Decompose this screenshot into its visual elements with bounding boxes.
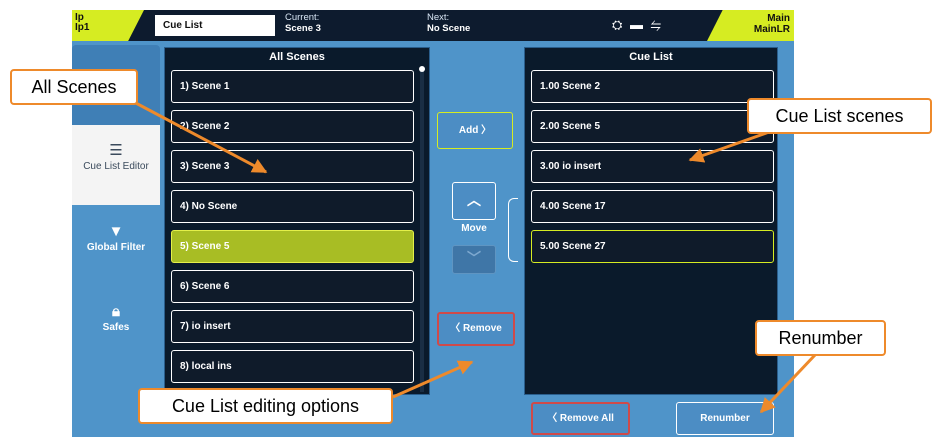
card-icon: ▬ <box>630 17 646 32</box>
cue-item-selected[interactable]: 5.00 Scene 27 <box>531 230 774 263</box>
move-down-button[interactable]: ﹀ <box>452 245 496 274</box>
move-up-button[interactable]: ︿ <box>452 182 496 220</box>
remove-all-button[interactable]: 〈 Remove All <box>531 402 630 435</box>
scene-item[interactable]: 7) io insert <box>171 310 414 343</box>
usb-icon: ⇋ <box>650 17 663 32</box>
move-label: Move <box>461 223 487 234</box>
next-label: Next: <box>427 12 450 23</box>
renumber-button[interactable]: Renumber <box>676 402 774 435</box>
ip-name: Ip1 <box>75 22 90 33</box>
device-screen: Ip Ip1 Cue List Current: Scene 3 Next: N… <box>72 10 794 437</box>
scene-item-selected[interactable]: 5) Scene 5 <box>171 230 414 263</box>
add-button[interactable]: Add 〉 <box>437 112 513 149</box>
filter-icon: ▼ <box>108 223 124 240</box>
scene-item[interactable]: 4) No Scene <box>171 190 414 223</box>
chevron-left-icon: 〈 <box>547 413 558 424</box>
scrollbar-thumb[interactable] <box>419 66 425 72</box>
cue-list-title: Cue List <box>629 51 673 63</box>
scene-item[interactable]: 6) Scene 6 <box>171 270 414 303</box>
screen-title: Cue List <box>155 15 275 36</box>
cue-item[interactable]: 4.00 Scene 17 <box>531 190 774 223</box>
sidebar-item-safes[interactable]: 🔒︎ Safes <box>72 285 160 370</box>
scrollbar-track[interactable] <box>420 70 424 392</box>
cue-item[interactable]: 1.00 Scene 2 <box>531 70 774 103</box>
chevron-left-icon: 〈 <box>450 323 461 334</box>
current-label: Current: <box>285 12 320 23</box>
status-icons: ⛭ ▬ ⇋ <box>612 18 663 32</box>
move-bracket <box>508 198 518 262</box>
main-label: Main <box>767 13 790 24</box>
network-icon: ⛭ <box>612 17 625 32</box>
list-icon: ☰ <box>109 142 123 159</box>
next-value: No Scene <box>427 23 471 34</box>
chevron-down-icon: ﹀ <box>467 250 481 266</box>
callout-editing-options: Cue List editing options <box>138 388 393 424</box>
scene-item[interactable]: 1) Scene 1 <box>171 70 414 103</box>
scene-item[interactable]: 8) local ins <box>171 350 414 383</box>
remove-label: Remove <box>462 323 502 334</box>
cue-item[interactable]: 3.00 io insert <box>531 150 774 183</box>
all-scenes-panel: All Scenes 1) Scene 1 2) Scene 2 3) Scen… <box>164 47 430 395</box>
cue-list-panel: Cue List 1.00 Scene 2 2.00 Scene 5 3.00 … <box>524 47 778 395</box>
sidebar-item-cue-list-editor[interactable]: ☰ Cue List Editor <box>72 125 160 205</box>
callout-renumber: Renumber <box>755 320 886 356</box>
main-mix-badge[interactable]: Main MainLR <box>707 10 794 41</box>
callout-all-scenes: All Scenes <box>10 69 138 105</box>
all-scenes-title: All Scenes <box>269 51 325 63</box>
main-name: MainLR <box>753 24 790 35</box>
lock-icon: 🔒︎ <box>112 303 120 320</box>
current-scene-info: Current: Scene 3 <box>285 12 321 34</box>
chevron-up-icon: ︿ <box>467 192 481 208</box>
current-value: Scene 3 <box>285 23 321 34</box>
sidebar-item-label: Cue List Editor <box>83 161 149 172</box>
cue-item[interactable]: 2.00 Scene 5 <box>531 110 774 143</box>
sidebar-item-label: Safes <box>102 322 130 333</box>
remove-button[interactable]: 〈 Remove <box>437 312 515 346</box>
add-label: Add <box>458 125 479 136</box>
sidebar-item-global-filter[interactable]: ▼ Global Filter <box>72 205 160 285</box>
callout-cue-list-scenes: Cue List scenes <box>747 98 932 134</box>
next-scene-info: Next: No Scene <box>427 12 470 34</box>
chevron-right-icon: 〉 <box>481 125 492 136</box>
scene-item[interactable]: 3) Scene 3 <box>171 150 414 183</box>
ip-badge[interactable]: Ip Ip1 <box>72 10 144 41</box>
scene-item[interactable]: 2) Scene 2 <box>171 110 414 143</box>
remove-all-label: Remove All <box>559 413 614 424</box>
sidebar-item-label: Global Filter <box>86 242 146 253</box>
top-bar: Ip Ip1 Cue List Current: Scene 3 Next: N… <box>72 10 794 41</box>
